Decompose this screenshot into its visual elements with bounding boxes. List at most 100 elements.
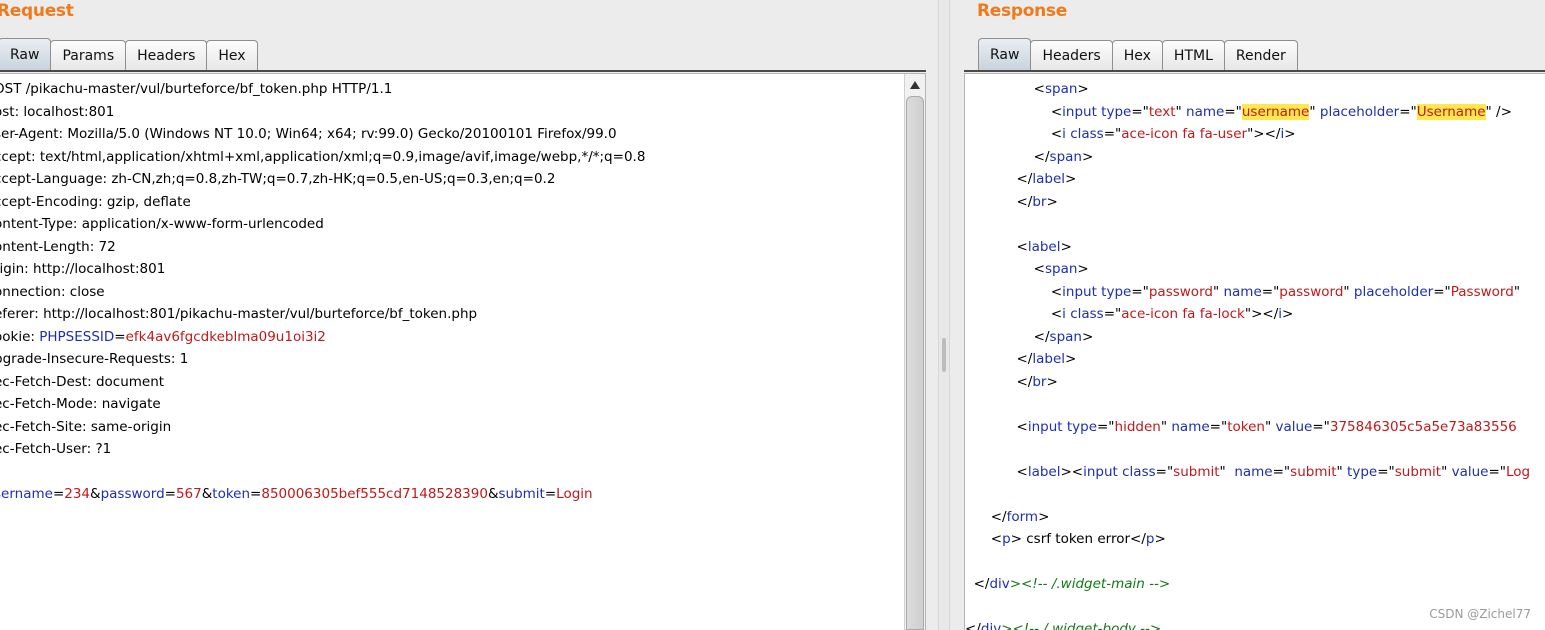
request-code-line: ec-Fetch-User: ?1	[0, 438, 903, 461]
request-code-line: ec-Fetch-Mode: navigate	[0, 393, 903, 416]
code-token: "	[1441, 463, 1452, 480]
code-token: "	[1336, 463, 1348, 480]
response-tabs: Raw Headers Hex HTML Render	[978, 38, 1298, 71]
code-token: </	[965, 373, 1033, 390]
code-token: </	[965, 508, 1007, 525]
code-token: </	[965, 576, 990, 592]
code-token: </	[965, 171, 1033, 187]
code-token: ="	[1097, 418, 1115, 435]
code-token: "></	[1247, 126, 1281, 142]
code-token: username	[1241, 103, 1310, 120]
response-editor[interactable]: <span> <input type="text" name="username…	[964, 73, 1545, 630]
code-token: "	[1309, 103, 1320, 120]
code-token: </	[965, 328, 1050, 345]
code-token: ser-Agent: Mozilla/5.0 (Windows NT 10.0;…	[0, 126, 617, 142]
code-token: <	[965, 531, 1003, 547]
request-code-line: sername=234&password=567&token=850006305…	[0, 483, 903, 506]
code-token: ="	[1399, 103, 1417, 120]
request-tab-headers[interactable]: Headers	[125, 40, 208, 71]
request-body-text: OST /pikachu-master/vul/burteforce/bf_to…	[0, 78, 903, 506]
code-token: =	[250, 486, 262, 502]
response-code-line: <input type="hidden" name="token" value=…	[965, 416, 1545, 439]
code-token: label	[1032, 171, 1066, 187]
request-tabs: Raw Params Headers Hex	[0, 38, 258, 71]
response-tab-render[interactable]: Render	[1223, 40, 1298, 71]
code-token: submit	[498, 486, 545, 502]
request-editor[interactable]: OST /pikachu-master/vul/burteforce/bf_to…	[0, 73, 926, 630]
code-token: input	[1027, 418, 1063, 435]
code-token: Username	[1416, 103, 1486, 120]
code-token: ec-Fetch-Site: same-origin	[0, 418, 172, 435]
response-code-line	[965, 213, 1545, 236]
code-token: 567	[175, 486, 202, 502]
code-token: "	[1343, 283, 1354, 300]
response-tab-hex[interactable]: Hex	[1111, 40, 1163, 71]
response-code-line	[965, 438, 1545, 461]
request-code-line: rigin: http://localhost:801	[0, 258, 903, 281]
divider-grip-icon[interactable]	[942, 338, 946, 372]
response-code-line: </label>	[965, 348, 1545, 371]
code-token: type	[1062, 418, 1097, 435]
code-token: </	[965, 193, 1033, 210]
code-token: "	[1212, 283, 1224, 300]
response-tab-headers[interactable]: Headers	[1030, 40, 1113, 71]
code-token: type	[1347, 463, 1378, 480]
code-token: ="	[1131, 283, 1149, 300]
code-token: class	[1065, 126, 1104, 142]
code-token: Login	[556, 486, 593, 502]
code-token: br	[1032, 373, 1047, 390]
code-token: br	[1032, 193, 1047, 210]
code-token: <	[965, 81, 1045, 97]
code-token: value	[1451, 463, 1489, 480]
response-tab-raw[interactable]: Raw	[978, 38, 1032, 71]
code-token: &	[201, 486, 213, 502]
pane-divider[interactable]	[938, 0, 950, 630]
request-code-line: ser-Agent: Mozilla/5.0 (Windows NT 10.0;…	[0, 123, 903, 146]
request-tab-raw[interactable]: Raw	[0, 38, 52, 71]
request-code-line: ontent-Length: 72	[0, 236, 903, 259]
response-code-line: <i class="ace-icon fa fa-user"></i>	[965, 123, 1545, 146]
code-token: type	[1096, 283, 1132, 300]
code-token: submit	[1173, 463, 1220, 480]
code-token: ost: localhost:801	[0, 103, 115, 120]
code-token: <	[965, 126, 1063, 142]
request-pane: Request Raw Params Headers Hex OST /pika…	[0, 0, 938, 630]
code-token: >	[1060, 238, 1072, 255]
code-token: >	[1046, 373, 1058, 390]
code-token: 375846305c5a5e73a83556	[1329, 418, 1517, 435]
request-code-line: ec-Fetch-Dest: document	[0, 371, 903, 394]
code-token: input	[1062, 283, 1097, 300]
code-token: > csrf token error</	[1010, 531, 1146, 547]
scroll-thumb[interactable]	[906, 96, 924, 630]
request-scrollbar[interactable]	[904, 74, 925, 630]
request-code-line: ontent-Type: application/x-www-form-urle…	[0, 213, 903, 236]
code-token: >	[1038, 508, 1050, 525]
code-token: span	[1049, 148, 1082, 165]
request-code-line: onnection: close	[0, 281, 903, 304]
request-tab-params[interactable]: Params	[50, 40, 127, 71]
code-token: ="	[1103, 126, 1122, 142]
code-token: hidden	[1114, 418, 1161, 435]
request-tab-hex[interactable]: Hex	[206, 40, 258, 71]
code-token: name	[1186, 103, 1225, 120]
code-token: ="	[1103, 306, 1122, 322]
code-token: token	[212, 486, 251, 502]
code-token: ="	[1224, 103, 1242, 120]
code-token: input	[1062, 103, 1097, 120]
code-token: div	[980, 621, 1002, 630]
response-code-line: </br>	[965, 191, 1545, 214]
code-token: label	[1027, 238, 1061, 255]
response-tab-html[interactable]: HTML	[1161, 40, 1225, 71]
response-tab-underline	[964, 70, 1545, 72]
code-token: <	[965, 306, 1063, 322]
code-token: ace-icon fa fa-user	[1121, 126, 1248, 142]
code-token: <	[965, 103, 1063, 120]
code-token: >	[1081, 328, 1094, 345]
code-token: ="	[1155, 463, 1174, 480]
response-code-line: </div><!-- /.widget-main -->	[965, 573, 1545, 596]
scroll-up-arrow-icon[interactable]	[907, 77, 923, 93]
code-token: &	[90, 486, 101, 502]
code-token: =	[52, 486, 65, 502]
code-token: ="	[1312, 418, 1330, 435]
code-token: &	[487, 486, 499, 502]
